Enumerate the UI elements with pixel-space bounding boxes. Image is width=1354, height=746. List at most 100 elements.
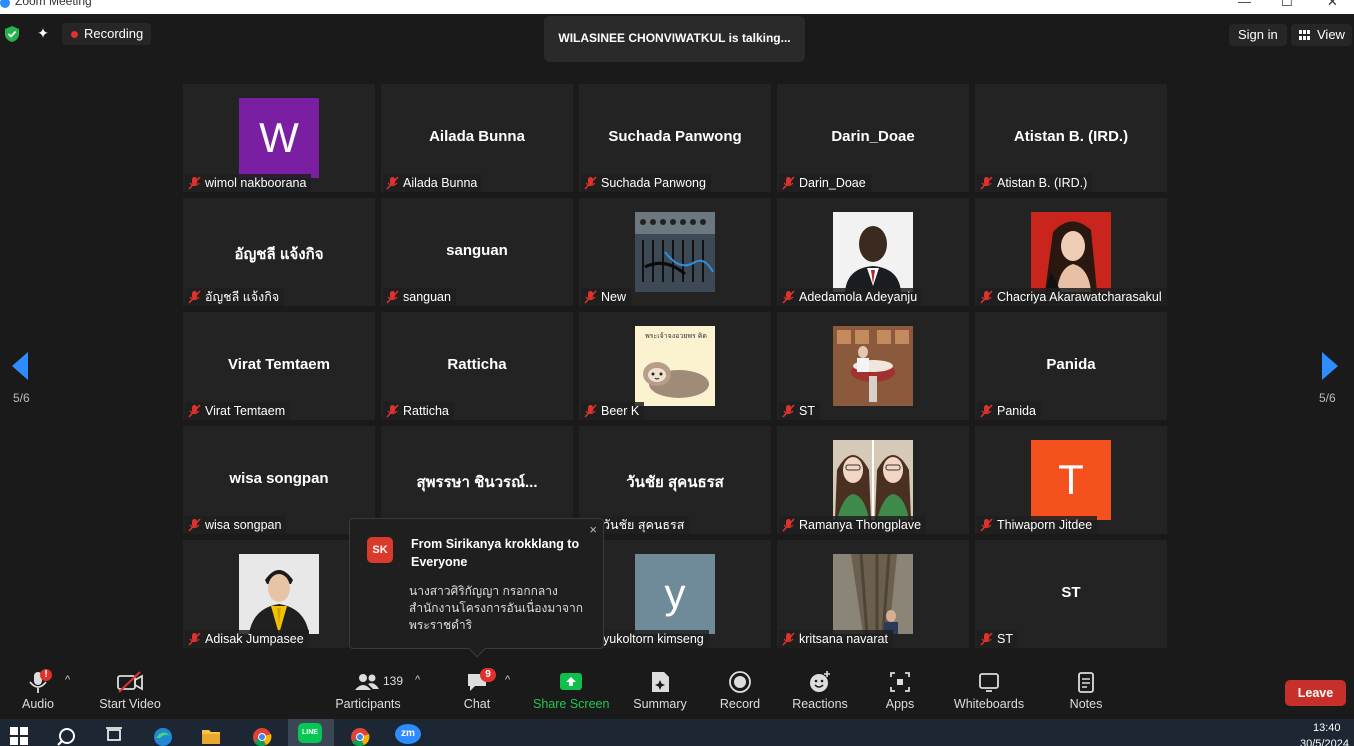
muted-mic-icon (980, 176, 993, 190)
minimize-button[interactable]: — (1238, 0, 1251, 9)
maximize-button[interactable]: ☐ (1281, 0, 1293, 10)
participant-tile[interactable]: New (579, 198, 771, 306)
record-button[interactable]: Record (717, 660, 763, 718)
participant-tile[interactable]: Virat Temtaem Virat Temtaem (183, 312, 375, 420)
muted-mic-icon (980, 290, 993, 304)
notes-button[interactable]: Notes (1066, 660, 1106, 718)
participant-tile[interactable]: Suchada Panwong Suchada Panwong (579, 84, 771, 192)
chat-unread-badge: 9 (480, 668, 496, 682)
participant-name: Chacriya Akarawatcharasakul (997, 290, 1162, 304)
participant-name-label: Adisak Jumpasee (185, 630, 309, 648)
participant-tile[interactable]: T Thiwaporn Jitdee (975, 426, 1167, 534)
view-button[interactable]: View (1291, 24, 1352, 46)
participant-avatar: y (635, 554, 715, 634)
summary-icon (652, 672, 669, 692)
page-indicator-right: 5/6 (1319, 391, 1336, 405)
record-label: Record (719, 697, 761, 711)
apps-button[interactable]: Apps (880, 660, 920, 718)
participant-name: ST (799, 404, 815, 418)
participant-tile[interactable]: อัญชลี แจ้งกิจ อัญชลี แจ้งกิจ (183, 198, 375, 306)
participant-tile[interactable]: Adisak Jumpasee (183, 540, 375, 648)
close-window-button[interactable]: ✕ (1327, 0, 1338, 10)
window-title: Zoom Meeting (15, 0, 92, 8)
chat-options-caret[interactable]: ^ (505, 674, 510, 686)
reactions-label: Reactions (792, 697, 848, 711)
participant-tile[interactable]: Ramanya Thongplave (777, 426, 969, 534)
participant-tile[interactable]: ST ST (975, 540, 1167, 648)
participant-tile[interactable]: W wimol nakboorana (183, 84, 375, 192)
participant-name-label: Panida (977, 402, 1041, 420)
chrome-profile-icon[interactable] (346, 724, 372, 746)
sign-in-button[interactable]: Sign in (1229, 24, 1287, 46)
participants-button[interactable]: Participants 139 (332, 660, 404, 718)
active-speaker-banner: WILASINEE CHONVIWATKUL is talking... (544, 16, 805, 62)
participant-tile[interactable]: Ailada Bunna Ailada Bunna (381, 84, 573, 192)
participant-name: อัญชลี แจ้งกิจ (205, 290, 280, 304)
sloth-sticker-avatar: พระเจ้าจงอวยพร คิด (635, 326, 715, 406)
share-screen-button[interactable]: Share Screen (533, 660, 609, 718)
edge-browser-icon[interactable] (149, 724, 175, 746)
audio-options-caret[interactable]: ^ (65, 674, 70, 686)
participant-tile[interactable]: wisa songpan wisa songpan (183, 426, 375, 534)
participant-name: Ailada Bunna (403, 176, 478, 190)
participant-tile[interactable]: วันชัย สุคนธรส วันชัย สุคนธรส (579, 426, 771, 534)
previous-page-arrow-icon[interactable] (12, 352, 28, 380)
security-shield-icon[interactable] (4, 25, 20, 43)
participant-name: ST (997, 632, 1013, 646)
participant-tile[interactable]: Atistan B. (IRD.) Atistan B. (IRD.) (975, 84, 1167, 192)
start-video-button[interactable]: Start Video (96, 660, 164, 718)
chat-sender: From Sirikanya krokklang to Everyone (411, 537, 580, 569)
chat-button[interactable]: Chat 9 (459, 660, 496, 718)
notes-label: Notes (1069, 697, 1103, 711)
participant-avatar: W (239, 98, 319, 178)
search-icon[interactable] (53, 724, 79, 746)
next-page-arrow-icon[interactable] (1322, 352, 1338, 380)
participant-tile[interactable]: Ratticha Ratticha (381, 312, 573, 420)
close-popup-button[interactable]: × (589, 522, 597, 537)
audio-button[interactable]: Audio ! (16, 660, 60, 718)
ai-companion-icon[interactable]: ✦ (35, 25, 51, 43)
chat-notification-popup[interactable]: SK From Sirikanya krokklang to Everyone … (349, 518, 604, 658)
file-explorer-icon[interactable] (198, 724, 224, 746)
participant-name: Adedamola Adeyanju (799, 290, 918, 304)
task-view-icon[interactable] (101, 724, 127, 746)
participant-tile[interactable]: Darin_Doae Darin_Doae (777, 84, 969, 192)
windows-start-icon[interactable] (6, 724, 32, 746)
line-app-taskbar-item[interactable]: LINE (288, 719, 334, 746)
participant-name: Virat Temtaem (205, 404, 286, 418)
whiteboard-icon (979, 673, 999, 692)
participants-count: 139 (383, 674, 404, 688)
selfie-photo (833, 440, 913, 520)
taskbar-date[interactable]: 30/5/2024 (1300, 738, 1349, 746)
participant-display-name: Atistan B. (IRD.) (1013, 128, 1129, 145)
window-titlebar: Zoom Meeting — ☐ ✕ (0, 0, 1354, 14)
participant-tile[interactable]: ST (777, 312, 969, 420)
muted-mic-icon (980, 518, 993, 532)
participant-avatar: T (1031, 440, 1111, 520)
chrome-icon[interactable] (248, 724, 274, 746)
participant-tile[interactable]: Chacriya Akarawatcharasakul (975, 198, 1167, 306)
participants-options-caret[interactable]: ^ (415, 674, 420, 686)
whiteboards-button[interactable]: Whiteboards (951, 660, 1027, 718)
participant-tile[interactable]: sanguan sanguan (381, 198, 573, 306)
windows-taskbar: LINE zm 13:40 30/5/2024 (0, 719, 1354, 746)
participant-name-label: Adedamola Adeyanju (779, 288, 923, 306)
page-indicator-left: 5/6 (13, 391, 30, 405)
reactions-button[interactable]: Reactions (790, 660, 850, 718)
apps-icon (890, 672, 910, 692)
line-app-icon: LINE (298, 723, 322, 743)
zoom-taskbar-icon[interactable]: zm (395, 724, 421, 744)
leave-button[interactable]: Leave (1285, 680, 1346, 706)
participant-tile[interactable]: y yukoltorn kimseng (579, 540, 771, 648)
recording-indicator[interactable]: Recording (62, 23, 152, 45)
muted-mic-icon (782, 404, 795, 418)
muted-mic-icon (584, 404, 597, 418)
participant-tile[interactable]: Panida Panida (975, 312, 1167, 420)
taskbar-clock[interactable]: 13:40 (1313, 722, 1341, 734)
participant-tile[interactable]: พระเจ้าจงอวยพร คิด Beer K (579, 312, 771, 420)
muted-mic-icon (782, 632, 795, 646)
participant-tile[interactable]: kritsana navarat (777, 540, 969, 648)
summary-button[interactable]: Summary (630, 660, 690, 718)
participant-name-label: wisa songpan (185, 516, 287, 534)
participant-tile[interactable]: Adedamola Adeyanju (777, 198, 969, 306)
